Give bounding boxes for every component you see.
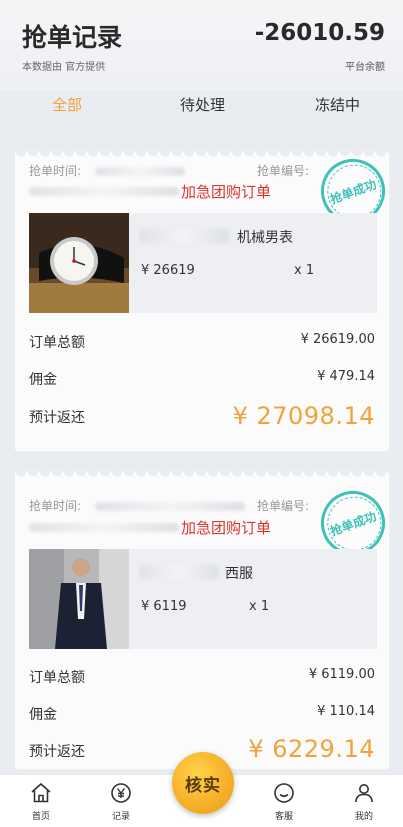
expected-return-label: 预计返还 xyxy=(29,410,85,426)
home-icon xyxy=(31,783,51,803)
commission-value: ¥ 110.14 xyxy=(317,704,375,719)
nav-mine[interactable]: 我的 xyxy=(339,781,389,822)
product-row[interactable]: 机械男表 ¥ 26619 x 1 xyxy=(29,213,377,313)
order-number-label: 抢单编号: xyxy=(257,499,310,513)
order-total-label: 订单总额 xyxy=(29,670,85,686)
nav-home[interactable]: 首页 xyxy=(16,781,66,822)
order-time-label: 抢单时间: xyxy=(29,499,82,513)
blurred-brand-name xyxy=(139,565,219,579)
blurred-order-number xyxy=(29,187,179,196)
suit-product-image xyxy=(29,549,129,649)
nav-records-label: 记录 xyxy=(111,812,130,822)
page-header: 抢单记录 本数据由 官方提供 -26010.59 平台余额 xyxy=(0,0,403,90)
filter-tabs: 全部 待处理 冻结中 xyxy=(0,88,403,128)
commission-value: ¥ 479.14 xyxy=(317,369,375,384)
nav-home-label: 首页 xyxy=(31,812,50,822)
commission-label: 佣金 xyxy=(29,372,57,388)
nav-records[interactable]: 记录 xyxy=(96,781,146,822)
blurred-order-time xyxy=(95,167,185,176)
order-total-label: 订单总额 xyxy=(29,335,85,351)
platform-balance-value: -26010.59 xyxy=(254,20,385,46)
product-quantity: x 1 xyxy=(294,263,315,278)
product-name: 机械男表 xyxy=(237,230,293,246)
tab-frozen[interactable]: 冻结中 xyxy=(315,94,360,115)
expected-return-label: 预计返还 xyxy=(29,744,85,760)
data-source-note: 本数据由 官方提供 xyxy=(22,62,106,73)
stamp-text: 抢单成功 xyxy=(328,508,379,539)
product-price: ¥ 26619 xyxy=(141,263,195,278)
product-name: 西服 xyxy=(225,566,253,582)
order-total-value: ¥ 6119.00 xyxy=(308,667,375,682)
nav-mine-label: 我的 xyxy=(354,812,373,822)
smile-chat-icon xyxy=(274,783,294,803)
nav-service-label: 客服 xyxy=(274,812,293,822)
order-card[interactable]: 抢单时间: 抢单编号: 加急团购订单 抢单成功 西服 ¥ 6119 x 1 订单… xyxy=(14,470,395,770)
urgent-order-tag: 加急团购订单 xyxy=(181,183,272,201)
urgent-order-tag: 加急团购订单 xyxy=(181,519,272,537)
product-quantity: x 1 xyxy=(249,599,270,614)
order-time-label: 抢单时间: xyxy=(29,164,82,178)
expected-return-value: ¥ 27098.14 xyxy=(232,402,375,430)
stamp-text: 抢单成功 xyxy=(328,176,379,207)
tab-pending[interactable]: 待处理 xyxy=(180,94,225,115)
order-card[interactable]: 抢单时间: 抢单编号: 加急团购订单 抢单成功 机械男表 ¥ 26619 x 1… xyxy=(14,149,395,452)
nav-service[interactable]: 客服 xyxy=(259,781,309,822)
user-icon xyxy=(355,784,373,803)
platform-balance-label: 平台余额 xyxy=(345,62,385,73)
blurred-brand-name xyxy=(139,229,229,243)
product-price: ¥ 6119 xyxy=(141,599,187,614)
verify-button[interactable]: 核实 xyxy=(172,752,234,814)
commission-label: 佣金 xyxy=(29,707,57,723)
yuan-record-icon xyxy=(111,783,131,803)
order-total-value: ¥ 26619.00 xyxy=(300,332,375,347)
blurred-order-time xyxy=(95,502,245,511)
page-title: 抢单记录 xyxy=(22,23,123,52)
watch-product-image xyxy=(29,213,129,313)
tab-all[interactable]: 全部 xyxy=(52,94,82,115)
expected-return-value: ¥ 6229.14 xyxy=(248,735,375,763)
blurred-order-number xyxy=(29,523,179,532)
order-number-label: 抢单编号: xyxy=(257,164,310,178)
product-row[interactable]: 西服 ¥ 6119 x 1 xyxy=(29,549,377,649)
